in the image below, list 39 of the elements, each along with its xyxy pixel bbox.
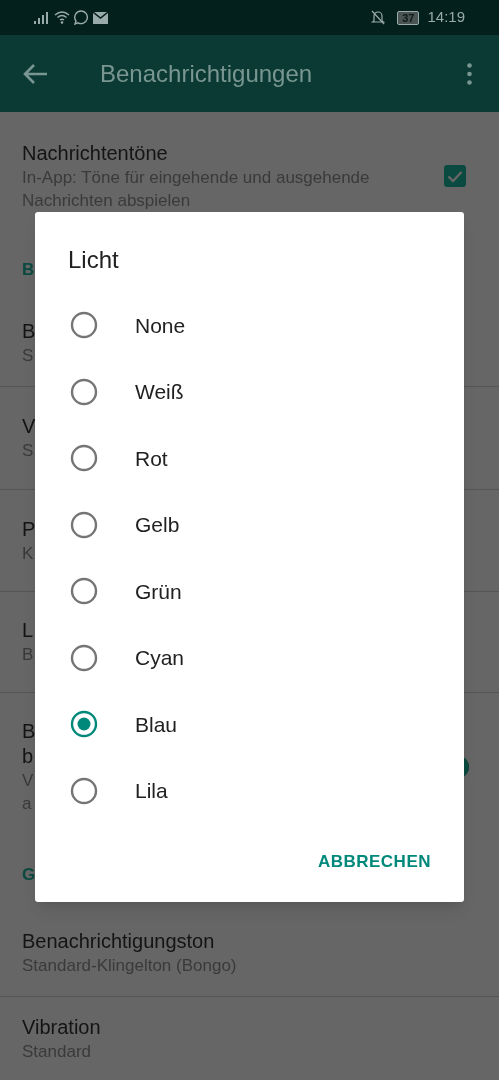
radio-option[interactable]: Gelb [35, 491, 464, 558]
setting-title[interactable]: B [22, 319, 36, 344]
checkbox[interactable] [444, 165, 466, 187]
mail-icon [93, 11, 108, 24]
radio-button[interactable] [70, 643, 98, 672]
setting-title[interactable]: Nachrichtentöne [22, 140, 168, 166]
radio-button[interactable] [70, 577, 98, 606]
radio-option[interactable]: Cyan [35, 624, 464, 691]
radio-button[interactable] [70, 710, 98, 739]
radio-button[interactable] [70, 510, 98, 539]
radio-button[interactable] [70, 311, 98, 340]
battery-level: 37 [397, 10, 420, 25]
radio-button[interactable] [70, 444, 98, 473]
setting-title[interactable]: B b [22, 718, 36, 769]
radio-option[interactable]: None [35, 292, 464, 359]
section-header: B [22, 259, 35, 282]
setting-title[interactable]: P [22, 516, 36, 542]
radio-option[interactable]: Blau [35, 691, 464, 758]
dialog-title: Licht [68, 245, 120, 275]
radio-option[interactable]: Grün [35, 558, 464, 625]
more-options-icon[interactable] [467, 62, 472, 85]
cancel-button[interactable]: ABBRECHEN [306, 840, 442, 882]
setting-title[interactable]: L [22, 618, 34, 643]
radio-option[interactable]: Weiß [35, 358, 464, 425]
status-time: 14:19 [427, 7, 465, 28]
section-header: G [22, 864, 36, 887]
chat-bubble-icon [74, 10, 89, 25]
signal-icon [34, 11, 50, 24]
setting-title[interactable]: Vibration [22, 1014, 101, 1040]
setting-title[interactable]: V [22, 414, 36, 439]
setting-title[interactable]: Benachrichtigungston [22, 929, 215, 954]
radio-option[interactable]: Lila [35, 757, 464, 824]
radio-button[interactable] [70, 377, 98, 406]
radio-option[interactable]: Rot [35, 425, 464, 492]
muted-bell-icon [371, 10, 386, 25]
radio-button[interactable] [70, 776, 98, 805]
screen-title: Benachrichtigungen [100, 58, 313, 89]
wifi-icon [54, 11, 70, 24]
back-arrow-icon[interactable] [22, 62, 48, 85]
